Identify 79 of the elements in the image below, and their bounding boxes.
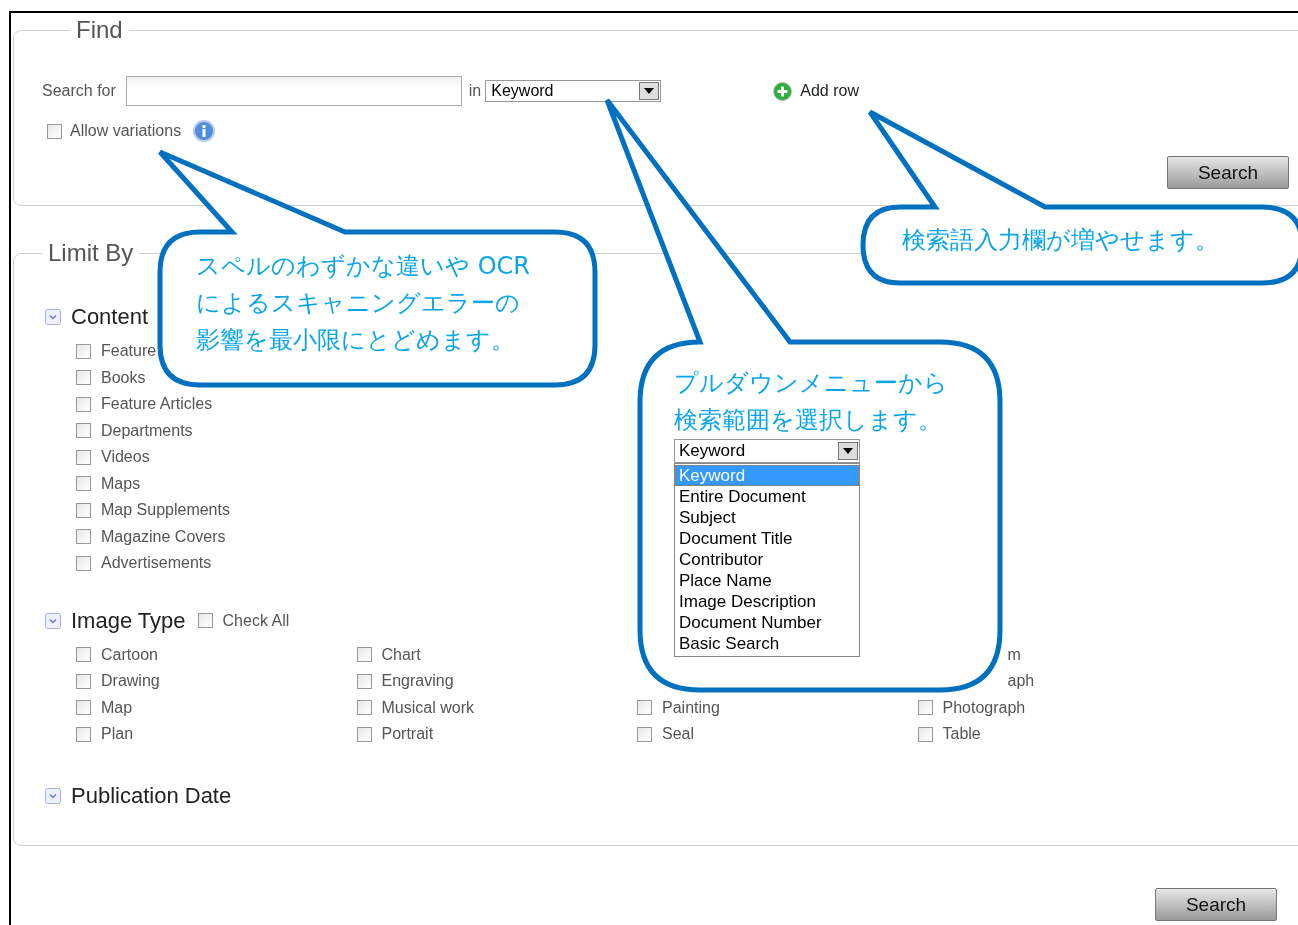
search-button[interactable]: Search: [1167, 156, 1289, 189]
callout-text: 検索語入力欄が増やせます。: [902, 225, 1220, 256]
checkbox[interactable]: [76, 502, 91, 518]
checkbox[interactable]: [637, 700, 652, 716]
checkbox-label: Musical work: [381, 698, 474, 717]
checkbox-label: Feature Articles: [101, 395, 213, 414]
dropdown-option[interactable]: Place Name: [675, 570, 859, 591]
check-all-label: Check All: [222, 611, 290, 630]
checkbox-label: aph: [1007, 672, 1035, 691]
checkbox[interactable]: [76, 647, 91, 663]
checkbox[interactable]: [76, 529, 91, 545]
checkbox-label: Map: [101, 698, 133, 717]
dropdown-option[interactable]: Entire Document: [675, 486, 859, 507]
collapse-icon[interactable]: [45, 787, 61, 804]
search-label: Search for: [42, 82, 116, 100]
checkbox[interactable]: [197, 613, 213, 628]
caret-icon: [842, 447, 854, 455]
checkbox-label: Portrait: [381, 725, 434, 744]
checkbox[interactable]: [76, 700, 91, 716]
section-title: Content: [71, 304, 149, 330]
info-icon[interactable]: [193, 120, 216, 142]
checkbox-label: Photograph: [942, 698, 1026, 717]
scope-dropdown[interactable]: Keyword: [674, 439, 860, 463]
dropdown-option[interactable]: Subject: [675, 507, 859, 528]
caret-icon: [643, 87, 656, 95]
checkbox[interactable]: [76, 423, 91, 439]
checkbox[interactable]: [356, 726, 372, 742]
checkbox[interactable]: [917, 726, 933, 742]
checkbox[interactable]: [637, 726, 652, 742]
dropdown-option[interactable]: Document Title: [675, 528, 859, 549]
checkbox-label: m: [1007, 645, 1021, 664]
callout-text: プルダウンメニューから検索範囲を選択します。: [674, 368, 949, 436]
checkbox[interactable]: [76, 370, 91, 386]
checkbox-label: Engraving: [381, 672, 454, 691]
checkbox[interactable]: [76, 673, 91, 689]
checkbox[interactable]: [76, 726, 91, 742]
checkbox-label: Chart: [381, 645, 421, 664]
checkbox-label: Painting: [662, 698, 720, 717]
checkbox-label: Magazine Covers: [101, 527, 226, 546]
checkbox[interactable]: [47, 123, 62, 139]
checkbox[interactable]: [356, 647, 372, 663]
checkbox[interactable]: [76, 449, 91, 465]
search-field[interactable]: [125, 76, 462, 106]
section-title: Publication Date: [71, 782, 232, 809]
callout-text: スペルのわずかな違いや OCRによるスキャニングエラーの影響を最小限にとどめます。: [196, 251, 531, 356]
checkbox[interactable]: [917, 700, 933, 716]
limit-by-legend: Limit By: [42, 239, 140, 267]
add-icon: [773, 81, 793, 101]
checkbox[interactable]: [356, 673, 372, 689]
allow-variations-label: Allow variations: [70, 122, 182, 140]
checkbox-label: Feature: [101, 342, 157, 361]
in-label: in: [468, 82, 482, 100]
checkbox-label: Drawing: [101, 672, 160, 691]
find-legend: Find: [70, 16, 129, 44]
collapse-icon[interactable]: [45, 309, 61, 325]
checkbox-label: Advertisements: [101, 554, 212, 573]
add-row-button[interactable]: Add row: [773, 81, 859, 101]
dropdown-option[interactable]: Image Description: [675, 591, 859, 612]
scope-dropdown[interactable]: Keyword: [485, 80, 662, 102]
checkbox-label: Map Supplements: [101, 501, 230, 520]
checkbox-label: Table: [942, 725, 981, 744]
checkbox[interactable]: [356, 700, 372, 716]
checkbox-label: Departments: [101, 421, 193, 440]
checkbox-label: Plan: [101, 725, 134, 744]
section-title: Image Type: [71, 607, 186, 634]
checkbox[interactable]: [76, 555, 91, 571]
checkbox-label: Seal: [662, 725, 695, 744]
checkbox-label: Maps: [101, 474, 141, 493]
dropdown-option[interactable]: Basic Search: [675, 633, 859, 654]
checkbox[interactable]: [76, 476, 91, 492]
checkbox-label: Books: [101, 368, 146, 387]
search-button[interactable]: Search: [1155, 888, 1277, 921]
checkbox[interactable]: [76, 343, 91, 359]
collapse-icon[interactable]: [45, 612, 61, 629]
dropdown-option[interactable]: Document Number: [675, 612, 859, 633]
checkbox-label: Cartoon: [101, 645, 158, 664]
checkbox-label: Videos: [101, 448, 150, 467]
dropdown-option[interactable]: Contributor: [675, 549, 859, 570]
checkbox[interactable]: [76, 396, 91, 412]
